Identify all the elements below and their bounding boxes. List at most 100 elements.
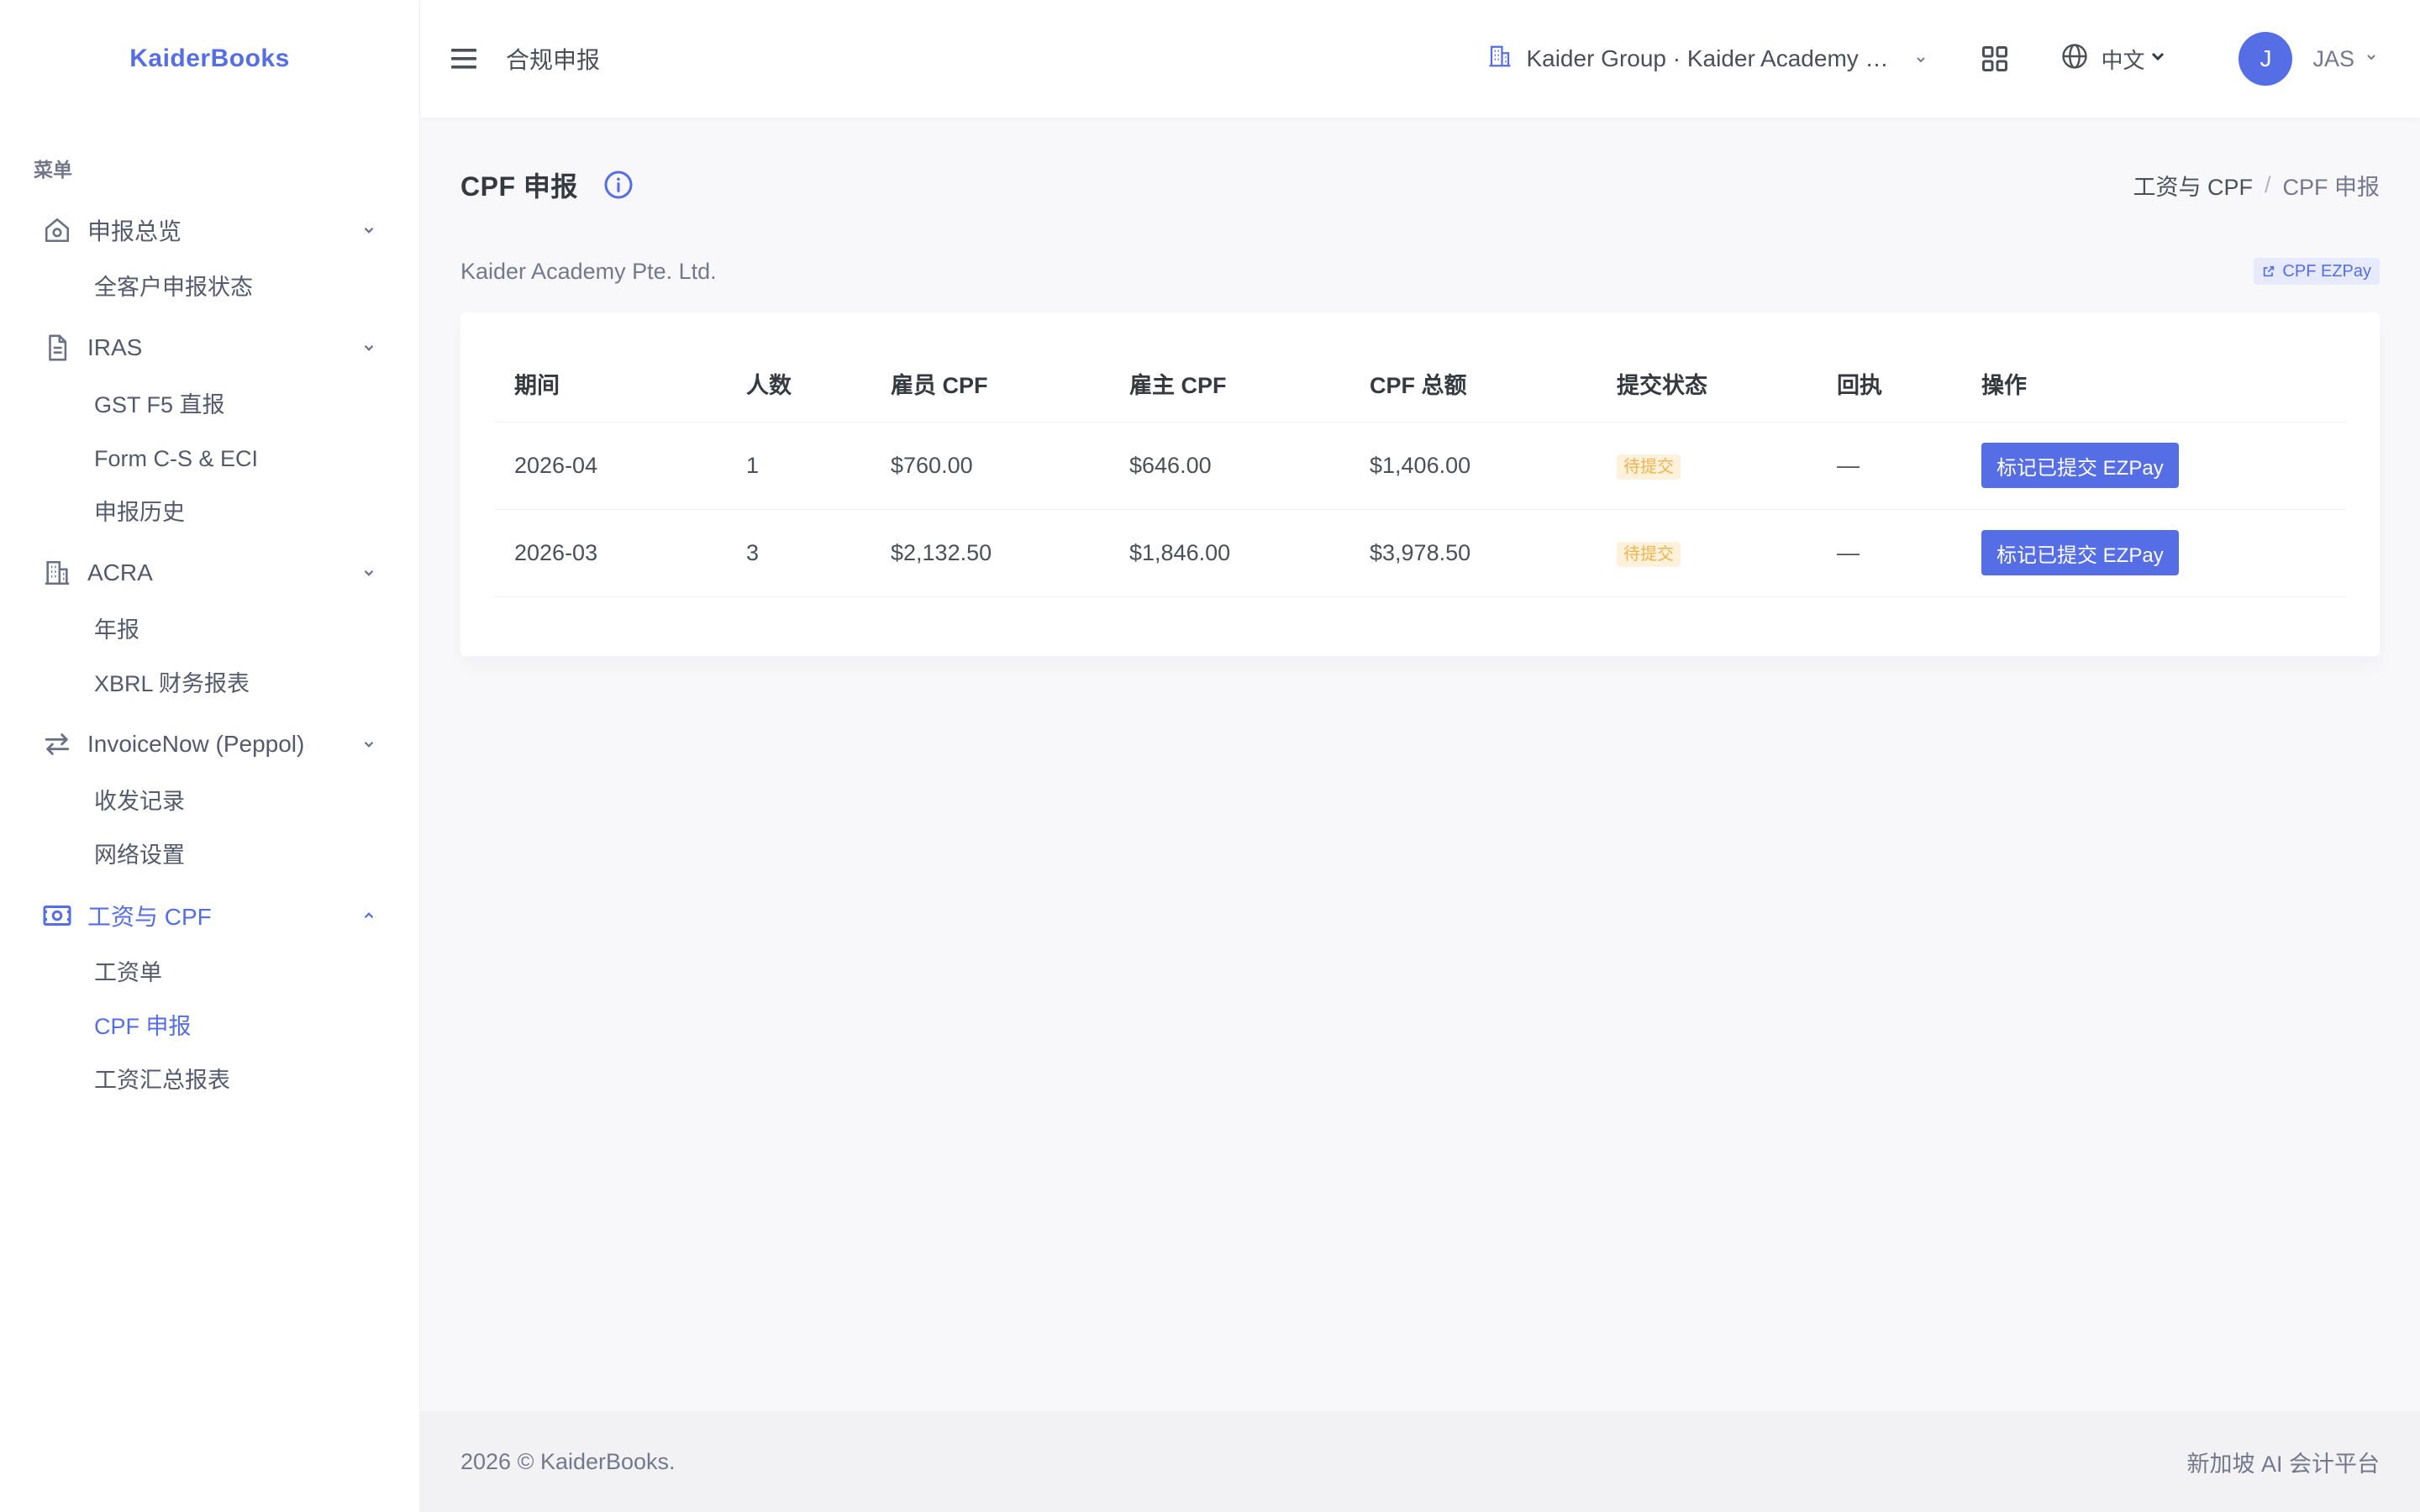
chevron-down-icon xyxy=(2365,50,2378,68)
chevron-down-icon xyxy=(359,734,379,754)
menu-group-iras: IRAS GST F5 直报 Form C-S & ECI 申报历史 xyxy=(0,321,419,546)
footer-tagline: 新加坡 AI 会计平台 xyxy=(2186,1451,2380,1477)
cell-period: 2026-04 xyxy=(494,422,726,510)
column-header-cpf-total: CPF 总额 xyxy=(1349,346,1597,423)
sidebar-subitem-form-cs-eci[interactable]: Form C-S & ECI xyxy=(0,432,419,486)
menu-group-acra: ACRA 年报 XBRL 财务报表 xyxy=(0,546,419,717)
sidebar-subitem-cpf-filing[interactable]: CPF 申报 xyxy=(0,1000,419,1053)
company-name: Kaider Academy Pte. Ltd. xyxy=(460,258,717,284)
breadcrumb-separator: / xyxy=(2264,171,2271,197)
sidebar-item-iras[interactable]: IRAS xyxy=(0,321,419,375)
chevron-down-icon xyxy=(359,338,379,358)
sidebar-item-label: InvoiceNow (Peppol) xyxy=(87,731,305,757)
mark-submitted-ezpay-button[interactable]: 标记已提交 EZPay xyxy=(1981,443,2179,488)
organization-name: Kaider Group · Kaider Academy Pte. Ltd. xyxy=(1526,45,1896,71)
menu-group-invoicenow: InvoiceNow (Peppol) 收发记录 网络设置 xyxy=(0,717,419,889)
sidebar-subitem-gst-f5[interactable]: GST F5 直报 xyxy=(0,378,419,432)
organization-selector[interactable]: Kaider Group · Kaider Academy Pte. Ltd. xyxy=(1487,43,1928,76)
sidebar-subitem-filing-history[interactable]: 申报历史 xyxy=(0,486,419,539)
sidebar-subitem-xbrl[interactable]: XBRL 财务报表 xyxy=(0,657,419,711)
sidebar-subitem-payroll-summary[interactable]: 工资汇总报表 xyxy=(0,1053,419,1107)
cell-receipt: — xyxy=(1817,509,1961,597)
cell-actions: 标记已提交 EZPay xyxy=(1961,422,2346,510)
column-header-period: 期间 xyxy=(494,346,726,423)
cell-employer-cpf: $646.00 xyxy=(1109,422,1349,510)
apps-grid-icon[interactable] xyxy=(1978,42,2012,76)
chevron-up-icon xyxy=(359,906,379,926)
status-badge: 待提交 xyxy=(1617,541,1681,567)
sidebar-item-label: IRAS xyxy=(87,334,143,360)
breadcrumb-item-current: CPF 申报 xyxy=(2282,174,2380,200)
sidebar-item-label: ACRA xyxy=(87,559,153,585)
cpf-ezpay-link[interactable]: CPF EZPay xyxy=(2254,258,2380,285)
cpf-filing-card: 期间 人数 雇员 CPF 雇主 CPF CPF 总额 提交状态 回执 操作 20… xyxy=(460,312,2380,656)
table-row: 2026-03 3 $2,132.50 $1,846.00 $3,978.50 … xyxy=(494,509,2346,597)
globe-icon xyxy=(2060,42,2089,76)
status-badge: 待提交 xyxy=(1617,454,1681,480)
info-icon[interactable] xyxy=(603,170,634,200)
chevron-down-icon xyxy=(1914,45,1928,72)
company-row: Kaider Academy Pte. Ltd. CPF EZPay xyxy=(460,250,2380,292)
language-selector[interactable]: 中文 xyxy=(2060,42,2168,76)
cell-employee-cpf: $760.00 xyxy=(871,422,1109,510)
table-row: 2026-04 1 $760.00 $646.00 $1,406.00 待提交 … xyxy=(494,422,2346,510)
chevron-down-icon xyxy=(2148,46,2168,72)
document-icon xyxy=(40,331,74,365)
menu-group-payroll-cpf: 工资与 CPF 工资单 CPF 申报 工资汇总报表 xyxy=(0,889,419,1114)
user-menu[interactable]: J JAS xyxy=(2238,32,2378,86)
mark-submitted-ezpay-button[interactable]: 标记已提交 EZPay xyxy=(1981,530,2179,575)
submenu: GST F5 直报 Form C-S & ECI 申报历史 xyxy=(0,375,419,546)
money-icon xyxy=(40,899,74,932)
sidebar-item-payroll-cpf[interactable]: 工资与 CPF xyxy=(0,889,419,942)
brand-logo[interactable]: KaiderBooks xyxy=(0,0,419,118)
sidebar-item-label: 申报总览 xyxy=(87,218,182,244)
cell-count: 3 xyxy=(726,509,871,597)
submenu: 年报 XBRL 财务报表 xyxy=(0,600,419,717)
column-header-employer-cpf: 雇主 CPF xyxy=(1109,346,1349,423)
footer: 2026 © KaiderBooks. 新加坡 AI 会计平台 xyxy=(420,1411,2420,1512)
username: JAS xyxy=(2312,45,2354,71)
cpf-filing-table: 期间 人数 雇员 CPF 雇主 CPF CPF 总额 提交状态 回执 操作 20… xyxy=(494,346,2346,597)
menu-title: 菜单 xyxy=(34,159,72,181)
avatar: J xyxy=(2238,32,2293,86)
topbar-right: Kaider Group · Kaider Academy Pte. Ltd. … xyxy=(1487,0,2420,118)
hamburger-menu-icon[interactable] xyxy=(449,44,479,74)
sidebar-menu: 申报总览 全客户申报状态 IRAS GST F5 直报 Form C-S & E… xyxy=(0,203,419,1114)
sidebar-subitem-all-clients-status[interactable]: 全客户申报状态 xyxy=(0,260,419,314)
main-content: CPF 申报 工资与 CPF / CPF 申报 Kaider Academy P… xyxy=(420,118,2420,1411)
table-header-row: 期间 人数 雇员 CPF 雇主 CPF CPF 总额 提交状态 回执 操作 xyxy=(494,346,2346,423)
page-title: CPF 申报 xyxy=(460,171,578,202)
cell-period: 2026-03 xyxy=(494,509,726,597)
topbar: 合规申报 Kaider Group · Kaider Academy Pte. … xyxy=(420,0,2420,118)
column-header-submit-status: 提交状态 xyxy=(1597,346,1817,423)
column-header-employee-cpf: 雇员 CPF xyxy=(871,346,1109,423)
building-icon xyxy=(40,556,74,590)
sidebar-subitem-send-receive-records[interactable]: 收发记录 xyxy=(0,774,419,828)
cell-actions: 标记已提交 EZPay xyxy=(1961,509,2346,597)
cell-status: 待提交 xyxy=(1597,509,1817,597)
breadcrumb-item-payroll-cpf[interactable]: 工资与 CPF xyxy=(2133,169,2253,202)
home-icon xyxy=(40,213,74,247)
topbar-title: 合规申报 xyxy=(506,47,601,73)
cpf-ezpay-label: CPF EZPay xyxy=(2282,261,2371,281)
menu-group-filing-overview: 申报总览 全客户申报状态 xyxy=(0,203,419,321)
footer-copyright: 2026 © KaiderBooks. xyxy=(460,1448,676,1474)
sidebar-item-acra[interactable]: ACRA xyxy=(0,546,419,600)
column-header-receipt: 回执 xyxy=(1817,346,1961,423)
sidebar-subitem-annual-return[interactable]: 年报 xyxy=(0,603,419,657)
column-header-count: 人数 xyxy=(726,346,871,423)
breadcrumb: 工资与 CPF / CPF 申报 xyxy=(2133,169,2380,202)
sidebar-subitem-payslips[interactable]: 工资单 xyxy=(0,946,419,1000)
cell-receipt: — xyxy=(1817,422,1961,510)
sidebar-item-label: 工资与 CPF xyxy=(87,904,212,930)
language-label: 中文 xyxy=(2101,47,2145,73)
chevron-down-icon xyxy=(359,563,379,583)
sidebar-item-filing-overview[interactable]: 申报总览 xyxy=(0,203,419,257)
cell-cpf-total: $3,978.50 xyxy=(1349,509,1597,597)
sidebar-item-invoicenow[interactable]: InvoiceNow (Peppol) xyxy=(0,717,419,771)
sidebar-subitem-network-settings[interactable]: 网络设置 xyxy=(0,828,419,882)
cell-employer-cpf: $1,846.00 xyxy=(1109,509,1349,597)
external-link-icon xyxy=(2262,265,2275,278)
building-icon xyxy=(1487,43,1512,76)
submenu: 收发记录 网络设置 xyxy=(0,771,419,889)
